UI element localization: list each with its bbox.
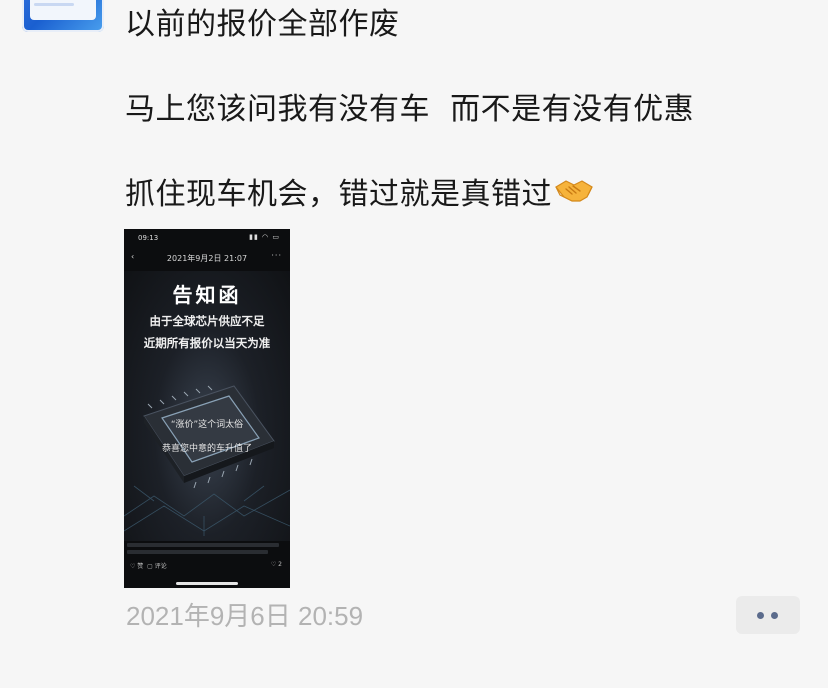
more-dot-icon (757, 612, 764, 619)
post-text-line-1: 以前的报价全部作废 (125, 7, 400, 42)
like-and-comment: ♡ 赞 ▢ 评论 (130, 563, 167, 570)
like-count: 2 (278, 561, 282, 568)
post-image[interactable]: 09:13 ▮▮ ◠ ▭ ‹ 2021年9月2日 21:07 ··· 告知函 由… (124, 229, 290, 588)
poster-subtitle-2: 近期所有报价以当天为准 (143, 336, 271, 350)
poster-caption-2: 恭喜您中意的车升值了 (161, 444, 252, 454)
avatar-decoration (34, 3, 74, 6)
home-indicator (176, 582, 238, 585)
author-avatar[interactable] (22, 0, 104, 32)
phone-nav-bar: ‹ 2021年9月2日 21:07 ··· (124, 249, 290, 269)
image-like-count: ♡ 2 (270, 561, 282, 568)
status-time: 09:13 (138, 234, 159, 242)
phone-post-date: 2021年9月2日 21:07 (166, 254, 248, 263)
poster-caption-1: “涨价”这个词太俗 (170, 420, 244, 430)
image-action-row: ♡ 赞 ▢ 评论 ♡ 2 (124, 561, 290, 573)
poster-title: 告知函 (172, 283, 242, 307)
status-icons: ▮▮ ◠ ▭ (249, 233, 280, 241)
post-text-line-3-text: 抓住现车机会，错过就是真错过 (125, 177, 552, 212)
post-text-line-3: 抓住现车机会，错过就是真错过 (125, 175, 594, 216)
phone-more-icon: ··· (271, 251, 282, 260)
poster-subtitle-1: 由于全球芯片供应不足 (149, 314, 265, 328)
more-options-button[interactable] (736, 596, 800, 634)
comment-label: 评论 (154, 563, 167, 570)
phone-status-bar: 09:13 ▮▮ ◠ ▭ (124, 229, 290, 247)
post-text-line-2: 马上您该问我有没有车 而不是有没有优惠 (125, 92, 695, 127)
notice-poster: 告知函 由于全球芯片供应不足 近期所有报价以当天为准 “涨价”这个词太俗 恭喜您… (124, 271, 290, 541)
more-dot-icon (771, 612, 778, 619)
like-label: 赞 (137, 563, 144, 570)
image-caption-text (127, 541, 287, 554)
post-timestamp: 2021年9月6日 20:59 (126, 601, 364, 631)
handshake-emoji-icon (554, 175, 594, 216)
